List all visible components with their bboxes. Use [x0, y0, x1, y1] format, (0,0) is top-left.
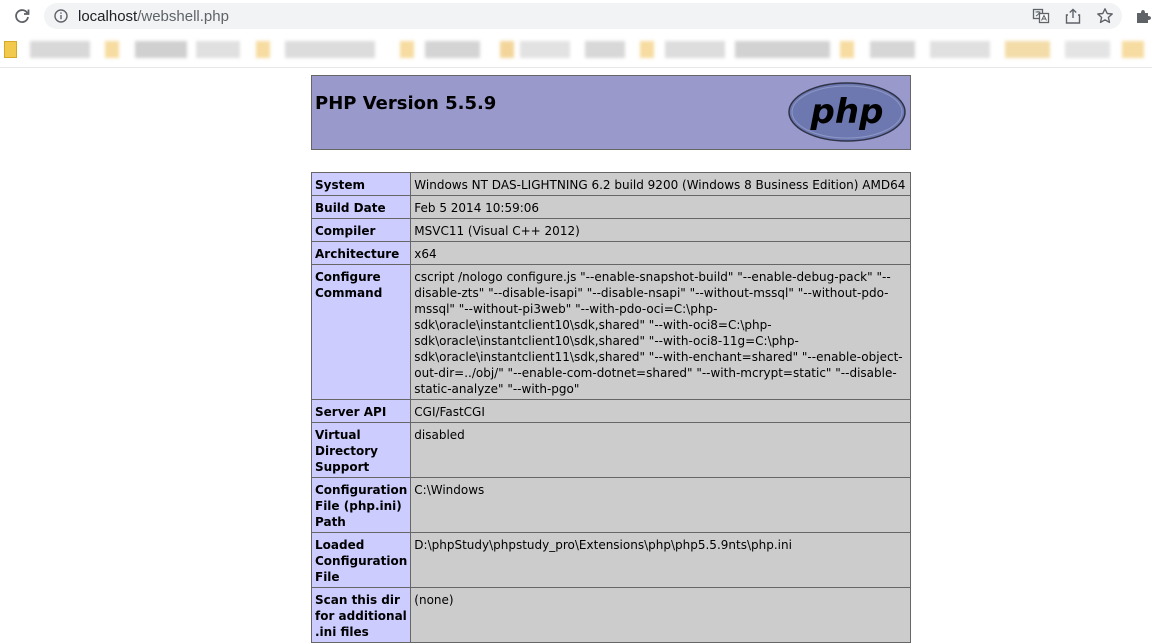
- info-value: (none): [410, 587, 911, 643]
- phpinfo-content: PHP Version 5.5.9 php System Windows NT D…: [310, 75, 911, 643]
- info-label: Architecture: [310, 241, 412, 265]
- bookmark-item[interactable]: [135, 41, 187, 58]
- bookmark-item[interactable]: [400, 41, 414, 58]
- info-value: CGI/FastCGI: [410, 399, 911, 423]
- info-row: Server API CGI/FastCGI: [310, 399, 911, 423]
- bookmark-item[interactable]: [840, 41, 854, 58]
- bookmark-item[interactable]: [870, 41, 915, 58]
- info-value: MSVC11 (Visual C++ 2012): [410, 218, 911, 242]
- info-label: System: [310, 172, 412, 196]
- browser-toolbar: localhost/webshell.php: [0, 0, 1152, 33]
- info-row: Loaded Configuration File D:\phpStudy\php…: [310, 532, 911, 588]
- php-logo-text: php: [810, 92, 884, 132]
- url-path: /webshell.php: [137, 8, 229, 25]
- info-row: System Windows NT DAS-LIGHTNING 6.2 build…: [310, 172, 911, 196]
- info-row: Build Date Feb 5 2014 10:59:06: [310, 195, 911, 219]
- address-bar[interactable]: localhost/webshell.php: [44, 3, 1122, 29]
- url-text[interactable]: localhost/webshell.php: [78, 8, 229, 25]
- info-label: Virtual Directory Support: [310, 422, 412, 478]
- bookmark-item[interactable]: [196, 41, 240, 58]
- info-label: Build Date: [310, 195, 412, 219]
- php-info-table: System Windows NT DAS-LIGHTNING 6.2 build…: [310, 172, 911, 643]
- bookmark-item[interactable]: [425, 41, 480, 58]
- bookmark-item[interactable]: [930, 41, 990, 58]
- bookmark-item[interactable]: [105, 41, 119, 58]
- info-label: Configuration File (php.ini) Path: [310, 477, 412, 533]
- bookmark-item[interactable]: [30, 41, 90, 58]
- bookmark-item[interactable]: [1065, 41, 1110, 58]
- share-icon[interactable]: [1064, 7, 1082, 25]
- info-value: D:\phpStudy\phpstudy_pro\Extensions\php\…: [410, 532, 911, 588]
- page-title: PHP Version 5.5.9: [315, 93, 497, 114]
- bookmark-item[interactable]: [585, 41, 625, 58]
- info-value: cscript /nologo configure.js "--enable-s…: [410, 264, 911, 400]
- bookmark-folder-icon[interactable]: [4, 41, 17, 58]
- bookmarks-bar: [0, 33, 1152, 68]
- extensions-icon[interactable]: [1134, 7, 1152, 25]
- info-row: Configuration File (php.ini) Path C:\Wind…: [310, 477, 911, 533]
- info-row: Configure Command cscript /nologo configu…: [310, 264, 911, 400]
- bookmark-item[interactable]: [285, 41, 375, 58]
- info-row: Scan this dir for additional .ini files(…: [310, 587, 911, 643]
- bookmark-item[interactable]: [665, 41, 725, 58]
- translate-icon[interactable]: [1032, 7, 1050, 25]
- bookmark-item[interactable]: [256, 41, 270, 58]
- bookmark-item[interactable]: [520, 41, 570, 58]
- info-label: Configure Command: [310, 264, 412, 400]
- php-version-header: PHP Version 5.5.9 php: [311, 75, 911, 150]
- bookmark-star-icon[interactable]: [1096, 7, 1114, 25]
- url-host: localhost: [78, 8, 138, 25]
- site-info-icon[interactable]: [54, 9, 68, 23]
- bookmark-item[interactable]: [640, 41, 654, 58]
- bookmark-item[interactable]: [735, 41, 830, 58]
- info-row: Compiler MSVC11 (Visual C++ 2012): [310, 218, 911, 242]
- info-value: Windows NT DAS-LIGHTNING 6.2 build 9200 …: [410, 172, 911, 196]
- info-value: x64: [410, 241, 911, 265]
- info-value: C:\Windows: [410, 477, 911, 533]
- info-label: Compiler: [310, 218, 412, 242]
- info-value: disabled: [410, 422, 911, 478]
- info-label: Scan this dir for additional .ini files: [310, 587, 412, 643]
- php-logo[interactable]: php: [787, 82, 907, 147]
- info-row: Virtual Directory Support disabled: [310, 422, 911, 478]
- info-row: Architecture x64: [310, 241, 911, 265]
- reload-icon[interactable]: [12, 6, 32, 26]
- bookmark-item[interactable]: [1122, 41, 1144, 58]
- info-label: Loaded Configuration File: [310, 532, 412, 588]
- bookmark-item[interactable]: [500, 41, 514, 58]
- info-label: Server API: [310, 399, 412, 423]
- info-value: Feb 5 2014 10:59:06: [410, 195, 911, 219]
- bookmark-item[interactable]: [1005, 41, 1050, 58]
